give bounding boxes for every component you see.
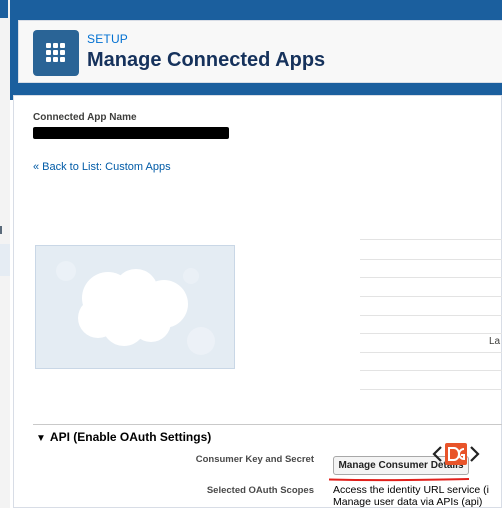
cloud-logo-icon (56, 261, 215, 355)
page-header: SETUP Manage Connected Apps (18, 20, 502, 83)
brand-watermark-icon (432, 443, 480, 465)
connected-app-name-label: Connected App Name (33, 112, 137, 123)
table-divider (360, 370, 502, 371)
table-divider (360, 352, 502, 353)
header-eyebrow: SETUP (87, 32, 129, 46)
table-divider (360, 239, 502, 240)
oauth-scopes-label: Selected OAuth Scopes (206, 485, 314, 496)
table-divider (360, 277, 502, 278)
left-panel-edge (0, 0, 10, 508)
left-panel-accent (0, 0, 8, 18)
left-panel-tick (0, 226, 2, 234)
table-divider (360, 296, 502, 297)
app-grid-icon (33, 30, 79, 76)
table-divider (360, 389, 502, 390)
redacted-app-name (33, 127, 229, 139)
table-divider (360, 259, 502, 260)
annotation-underline (328, 478, 470, 482)
truncated-field-label: La (489, 336, 501, 347)
left-panel-highlight (0, 244, 10, 276)
oauth-section-title: API (Enable OAuth Settings) (49, 430, 212, 444)
oauth-section-header[interactable]: ▼ API (Enable OAuth Settings) (36, 430, 211, 444)
collapse-triangle-icon[interactable]: ▼ (36, 433, 46, 444)
oauth-scope-item: Access the identity URL service (i (333, 484, 489, 496)
back-to-list-link[interactable]: « Back to List: Custom Apps (33, 161, 171, 173)
section-divider (33, 424, 502, 425)
table-divider (360, 315, 502, 316)
oauth-scope-item: Manage user data via APIs (api) (333, 496, 483, 508)
table-divider (360, 333, 502, 334)
consumer-key-label: Consumer Key and Secret (195, 454, 314, 465)
app-logo-image (35, 245, 235, 369)
page-title: Manage Connected Apps (87, 49, 326, 71)
